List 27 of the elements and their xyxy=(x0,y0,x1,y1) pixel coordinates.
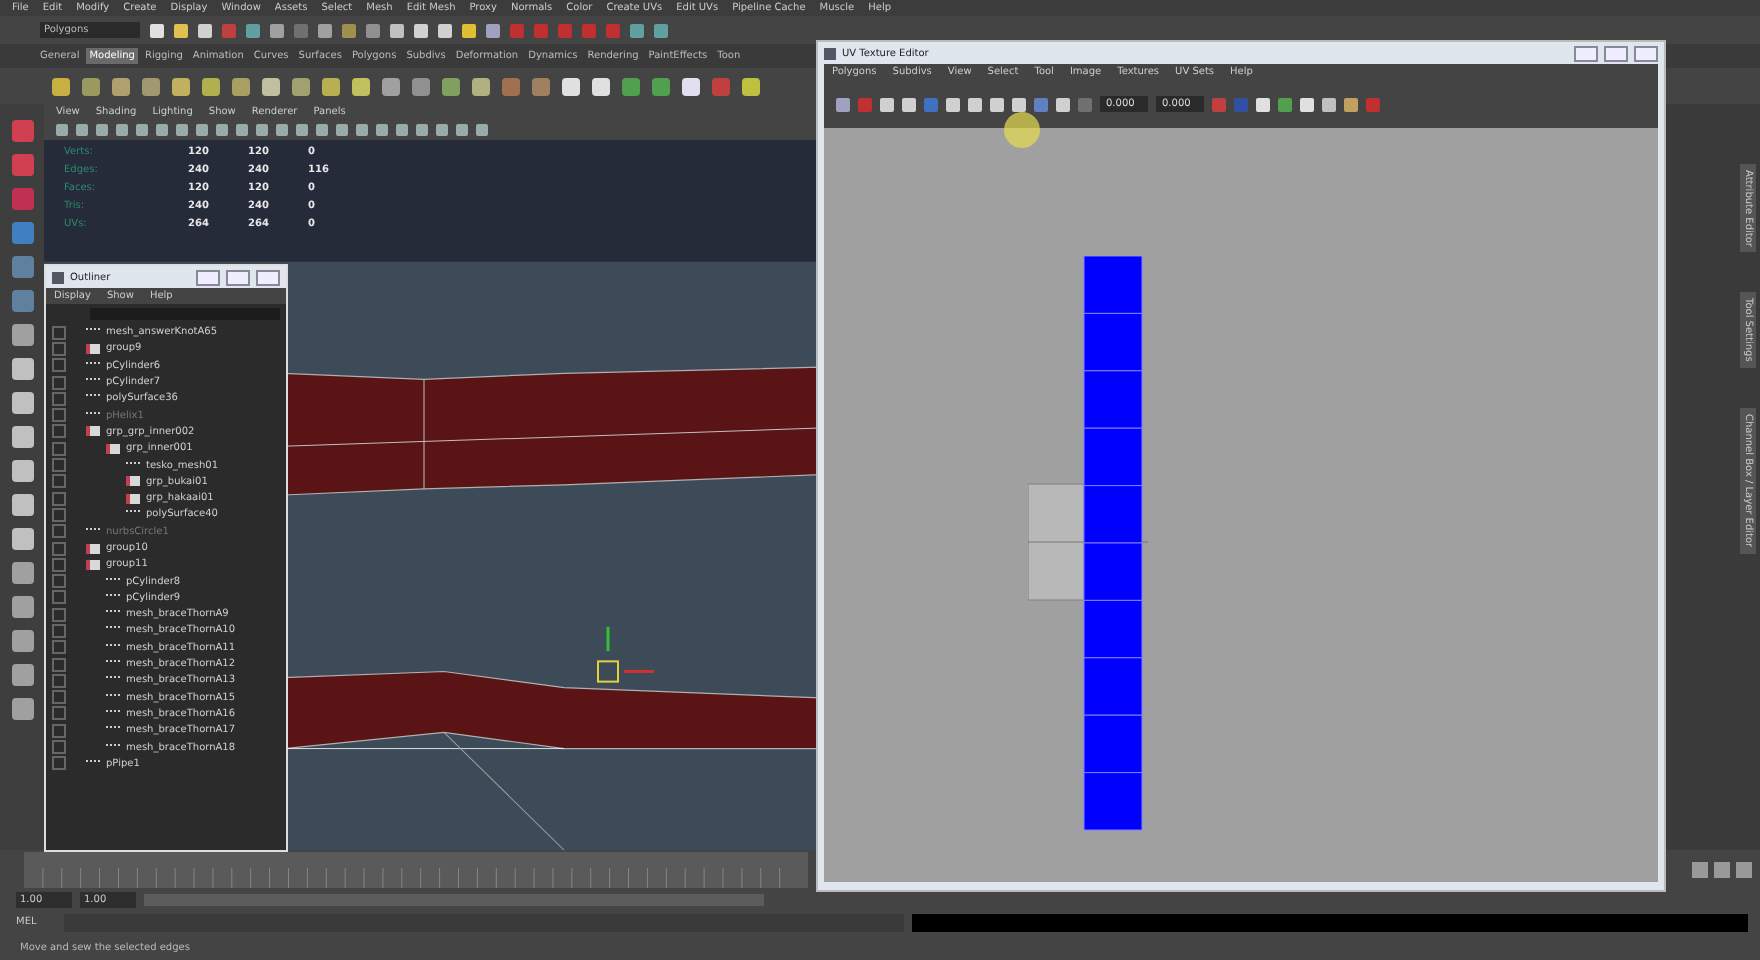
timeline-drawing[interactable] xyxy=(24,852,808,888)
tool-icon[interactable] xyxy=(11,494,33,516)
tool-icon[interactable] xyxy=(11,324,33,346)
mesh-icon xyxy=(86,527,100,536)
range-slider[interactable] xyxy=(144,894,764,906)
close-button[interactable] xyxy=(1634,45,1658,61)
uv-canvas[interactable] xyxy=(824,128,1658,882)
tool-icon[interactable] xyxy=(11,426,33,448)
window-icon xyxy=(52,271,64,283)
tool-icon[interactable] xyxy=(11,460,33,482)
minimize-button[interactable] xyxy=(196,269,220,285)
group-icon xyxy=(86,343,100,354)
tool-icon[interactable] xyxy=(11,392,33,414)
tool-icon[interactable] xyxy=(11,630,33,652)
window-icon xyxy=(824,47,836,59)
close-button[interactable] xyxy=(256,269,280,285)
maximize-button[interactable] xyxy=(1604,45,1628,61)
playback-controls[interactable] xyxy=(1692,862,1752,878)
maximize-button[interactable] xyxy=(226,269,250,285)
minimize-button[interactable] xyxy=(1574,45,1598,61)
mesh-icon xyxy=(126,461,140,470)
tool-icon[interactable] xyxy=(11,358,33,380)
tool-icon[interactable] xyxy=(11,596,33,618)
tool-icon[interactable] xyxy=(11,528,33,550)
tool-icon[interactable] xyxy=(11,664,33,686)
tool-icon[interactable] xyxy=(11,562,33,584)
tool-icon[interactable] xyxy=(11,698,33,720)
